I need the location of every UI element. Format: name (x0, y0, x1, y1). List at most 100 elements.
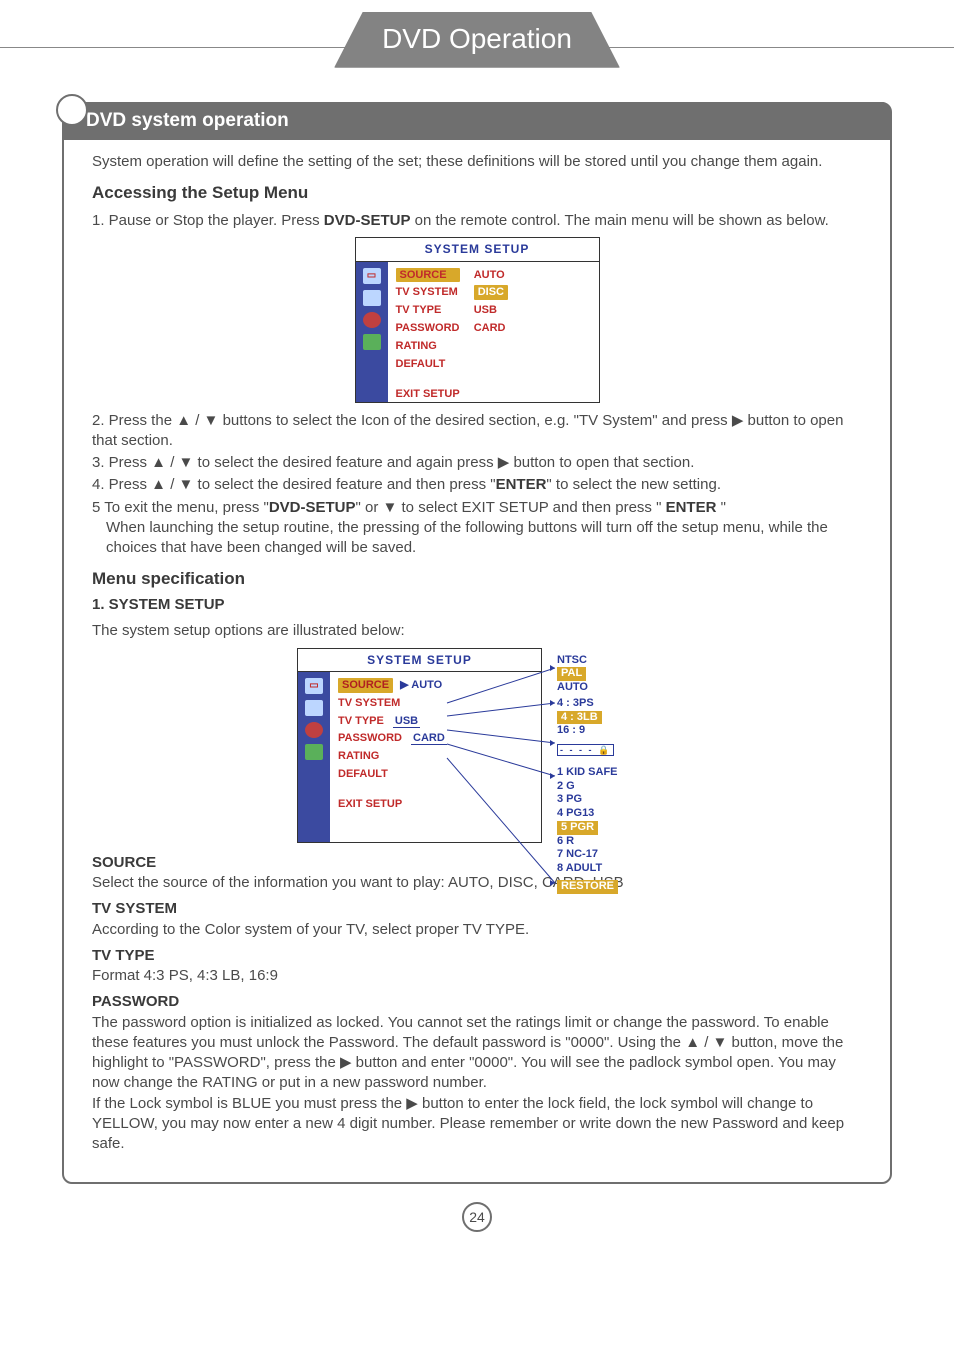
page-title: DVD Operation (334, 12, 620, 68)
def-tvtype-t: Format 4:3 PS, 4:3 LB, 16:9 (92, 966, 862, 986)
osd2-tvtype: TV TYPE (338, 715, 384, 727)
def-password-t1: The password option is initialized as lo… (92, 1013, 862, 1094)
side-pwd-field: - - - - 🔒 (557, 744, 614, 756)
side-rating-item: 4 PG13 (557, 807, 643, 821)
globe-icon (305, 722, 323, 738)
page-number: 24 (462, 1202, 492, 1232)
side-password: - - - - 🔒 (557, 744, 643, 758)
side-rating-item: 3 PG (557, 793, 643, 807)
menuspec-sub1: 1. SYSTEM SETUP (92, 595, 862, 615)
osd2-item: DEFAULT (338, 767, 447, 782)
side-43ps: 4 : 3PS (557, 697, 643, 711)
side-rating-sel: 5 PGR (557, 821, 598, 835)
osd2-card: CARD (411, 732, 447, 745)
section-bullet-icon (56, 94, 88, 126)
side-tvtype: 4 : 3PS 4 : 3LB 16 : 9 (557, 697, 643, 738)
def-password-t2: If the Lock symbol is BLUE you must pres… (92, 1094, 862, 1155)
step4-pre: 4. Press ▲ / ▼ to select the desired fea… (92, 476, 496, 493)
section-heading-bar: DVD system operation (64, 102, 890, 140)
osd2-usb: USB (393, 715, 420, 728)
step1-post: on the remote control. The main menu wil… (410, 212, 828, 229)
side-tvsystem: NTSC PAL AUTO (557, 654, 643, 695)
osd2-exit: EXIT SETUP (338, 797, 447, 812)
side-169: 16 : 9 (557, 724, 643, 738)
intro-block: System operation will define the setting… (64, 138, 890, 1162)
osd-right-column: AUTO DISC USB CARD (474, 268, 508, 402)
menuspec-sub1-text: The system setup options are illustrated… (92, 621, 862, 641)
step5-f: When launching the setup routine, the pr… (92, 518, 862, 559)
osd2-icon-column: ▭ (298, 672, 330, 842)
side-rating-item: 8 ADULT (557, 862, 643, 876)
osd-icon-column: ▭ (356, 262, 388, 402)
step4-bold: ENTER (496, 476, 547, 493)
osd2-item: RATING (338, 749, 447, 764)
osd-menu-screenshot-2: SYSTEM SETUP ▭ SOURCE ▶ AUTO (297, 648, 542, 843)
osd-title: SYSTEM SETUP (356, 238, 599, 261)
osd-item-source: SOURCE (396, 268, 460, 283)
def-tvsystem-t: According to the Color system of your TV… (92, 920, 862, 940)
step-5: 5 To exit the menu, press "DVD-SETUP" or… (92, 498, 862, 559)
side-rating-item: 7 NC-17 (557, 848, 643, 862)
content-frame: DVD system operation System operation wi… (62, 102, 892, 1184)
osd-right-item: AUTO (474, 268, 508, 283)
step5-d: ENTER (666, 499, 717, 516)
def-tvsystem-h: TV SYSTEM (92, 899, 862, 919)
side-ntsc: NTSC (557, 654, 643, 668)
step-1: 1. Pause or Stop the player. Press DVD-S… (92, 211, 862, 231)
osd-item: TV TYPE (396, 303, 460, 318)
osd-right-item: USB (474, 303, 508, 318)
page-header: DVD Operation (0, 12, 954, 82)
monitor-icon: ▭ (305, 678, 323, 694)
osd-item: TV SYSTEM (396, 285, 460, 300)
osd-item: PASSWORD (396, 321, 460, 336)
side-rating: 1 KID SAFE 2 G 3 PG 4 PG13 5 PGR 6 R 7 N… (557, 766, 643, 876)
side-43lb: 4 : 3LB (557, 711, 602, 725)
note-icon (363, 334, 381, 350)
osd2-item-source: SOURCE ▶ AUTO (338, 678, 447, 693)
menuspec-heading: Menu specification (92, 568, 862, 591)
step5-e: " (716, 499, 726, 516)
step5-a: 5 To exit the menu, press " (92, 499, 269, 516)
osd2-item: TV TYPE USB (338, 714, 447, 729)
step1-bold: DVD-SETUP (324, 212, 411, 229)
osd-menu-screenshot: SYSTEM SETUP ▭ SOURCE TV SYSTEM TV TYPE … (355, 237, 600, 402)
side-rating-item: 6 R (557, 835, 643, 849)
side-pal: PAL (557, 667, 586, 681)
osd2-left-column: SOURCE ▶ AUTO TV SYSTEM TV TYPE USB (338, 678, 447, 842)
osd2-title: SYSTEM SETUP (298, 649, 541, 672)
osd2-tvsystem: TV SYSTEM (338, 697, 400, 709)
osd-right-item: CARD (474, 321, 508, 336)
def-source-t: Select the source of the information you… (92, 873, 862, 893)
osd2-item: PASSWORD CARD (338, 731, 447, 746)
side-restore: RESTORE (557, 880, 618, 894)
side-rating-item: 1 KID SAFE (557, 766, 643, 780)
accessing-heading: Accessing the Setup Menu (92, 182, 862, 205)
note-icon (305, 744, 323, 760)
step4-post: " to select the new setting. (546, 476, 721, 493)
step-4: 4. Press ▲ / ▼ to select the desired fea… (92, 475, 862, 495)
side-rating-item: 2 G (557, 780, 643, 794)
osd2-source-label: SOURCE (338, 678, 393, 693)
osd-left-column: SOURCE TV SYSTEM TV TYPE PASSWORD RATING… (396, 268, 460, 402)
side-auto: AUTO (557, 681, 643, 695)
osd2-source-value: AUTO (411, 679, 442, 691)
osd2-password: PASSWORD (338, 732, 402, 744)
speaker-icon (363, 290, 381, 306)
osd-item: RATING (396, 339, 460, 354)
def-source-h: SOURCE (92, 853, 862, 873)
speaker-icon (305, 700, 323, 716)
step1-pre: 1. Pause or Stop the player. Press (92, 212, 324, 229)
def-password-h: PASSWORD (92, 992, 862, 1012)
section-bar-wrap: DVD system operation (64, 102, 890, 138)
step-3: 3. Press ▲ / ▼ to select the desired fea… (92, 453, 862, 473)
monitor-icon: ▭ (363, 268, 381, 284)
osd2-item: TV SYSTEM (338, 696, 447, 711)
osd-right-item-selected: DISC (474, 285, 508, 300)
globe-icon (363, 312, 381, 328)
osd-side-values: NTSC PAL AUTO 4 : 3PS 4 : 3LB 16 : 9 - -… (557, 654, 643, 894)
step5-c: " or ▼ to select EXIT SETUP and then pre… (356, 499, 666, 516)
def-tvtype-h: TV TYPE (92, 946, 862, 966)
steps-list: 2. Press the ▲ / ▼ buttons to select the… (92, 411, 862, 559)
step-2: 2. Press the ▲ / ▼ buttons to select the… (92, 411, 862, 452)
osd-exit: EXIT SETUP (396, 387, 460, 402)
